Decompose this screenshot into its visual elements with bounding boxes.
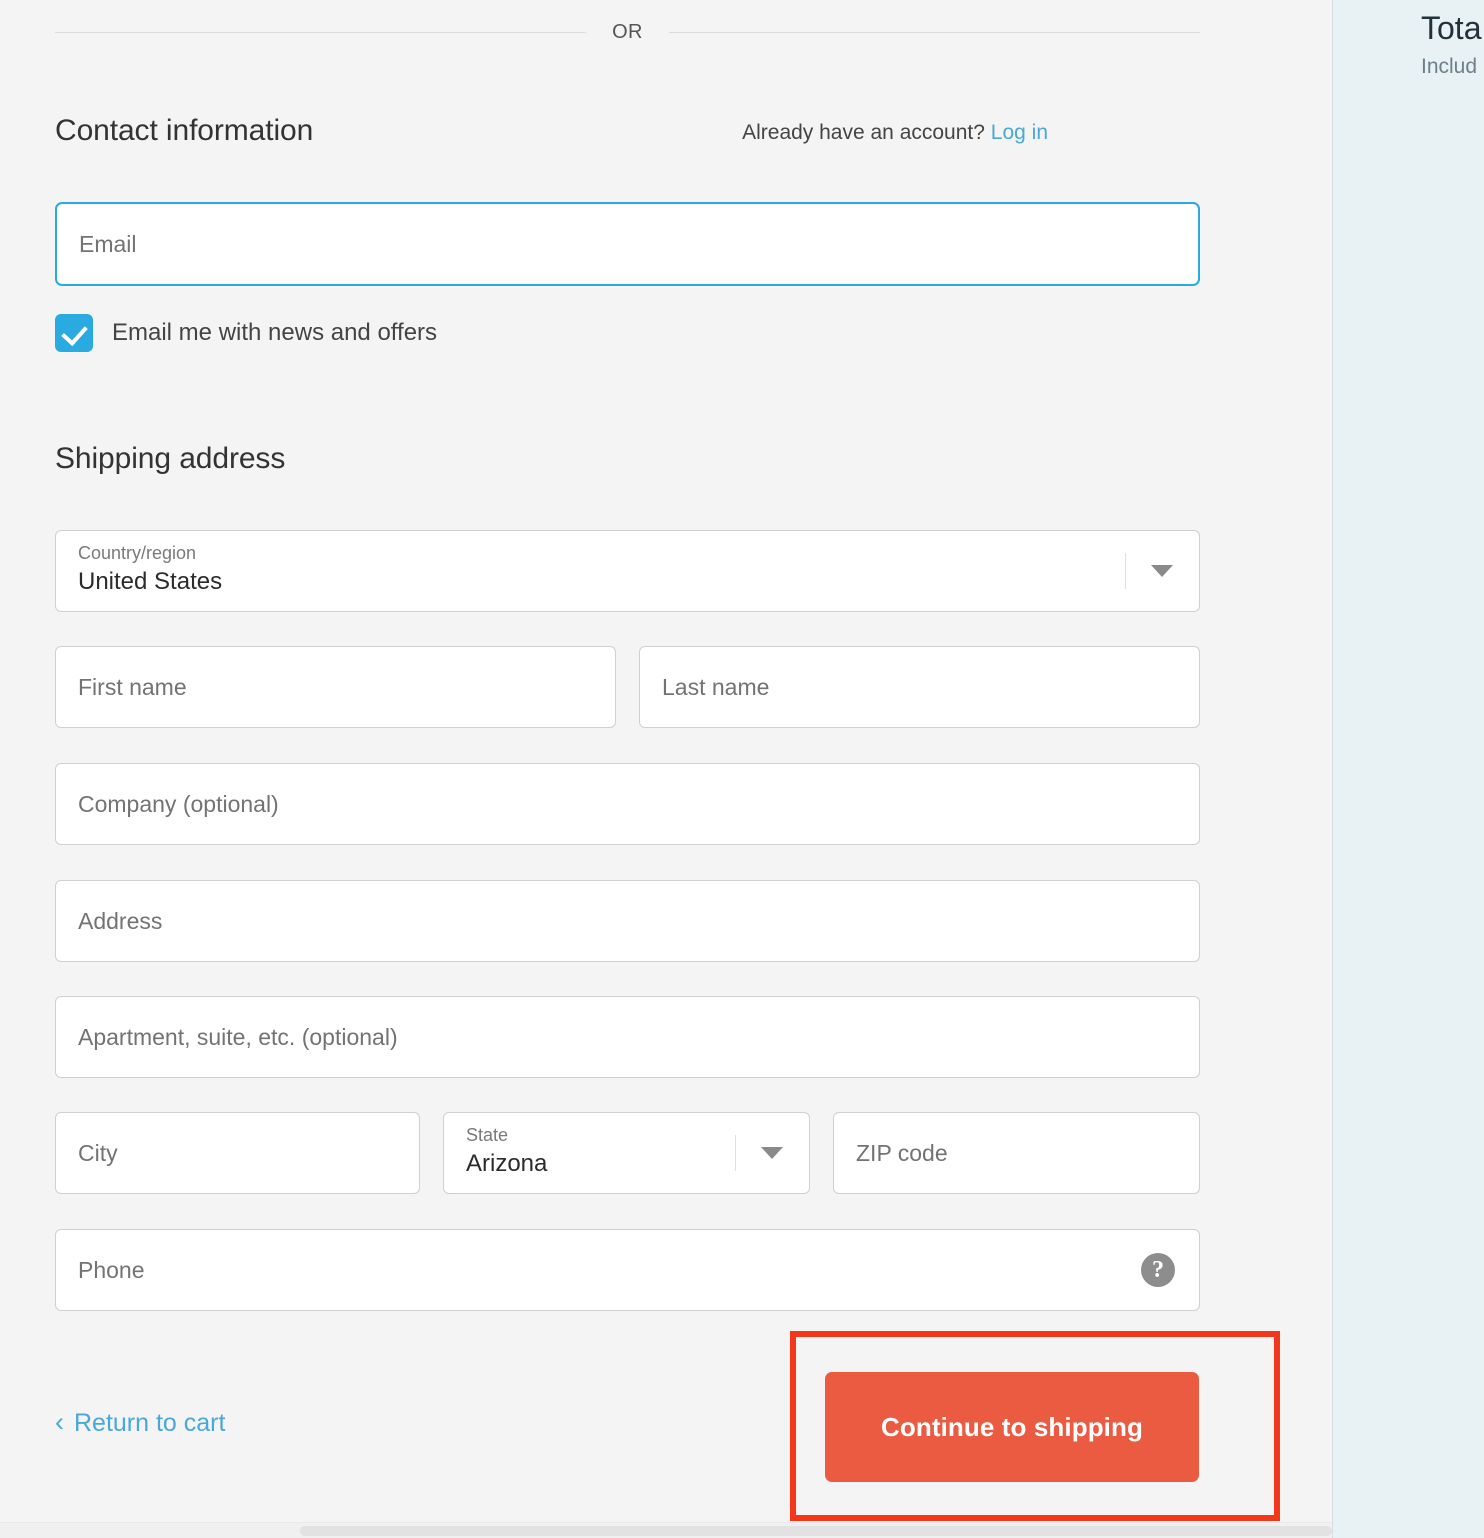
- or-divider: OR: [55, 22, 1200, 42]
- return-to-cart-link[interactable]: ‹ Return to cart: [55, 1409, 225, 1438]
- apartment-placeholder: Apartment, suite, etc. (optional): [78, 1023, 398, 1050]
- phone-placeholder: Phone: [78, 1256, 145, 1283]
- country-region-select[interactable]: Country/region United States: [55, 530, 1200, 612]
- state-select[interactable]: State Arizona: [443, 1112, 810, 1194]
- apartment-field[interactable]: Apartment, suite, etc. (optional): [55, 996, 1200, 1078]
- city-placeholder: City: [78, 1139, 118, 1166]
- order-summary-column: Tota Includ: [1332, 0, 1484, 1538]
- chevron-down-icon: [761, 1147, 783, 1159]
- account-prompt: Already have an account? Log in: [742, 121, 1048, 145]
- newsletter-label: Email me with news and offers: [112, 319, 438, 346]
- zip-code-placeholder: ZIP code: [856, 1139, 948, 1166]
- address-placeholder: Address: [78, 907, 163, 934]
- company-field[interactable]: Company (optional): [55, 763, 1200, 845]
- account-prompt-text: Already have an account?: [742, 121, 985, 144]
- company-placeholder: Company (optional): [78, 790, 279, 817]
- order-total-label: Tota: [1421, 10, 1482, 46]
- divider-rule-right: [668, 31, 1200, 33]
- horizontal-scrollbar[interactable]: [0, 1522, 1332, 1538]
- checkout-page: OR Contact information Already have an a…: [0, 0, 1484, 1538]
- address-field[interactable]: Address: [55, 880, 1200, 962]
- last-name-placeholder: Last name: [662, 673, 770, 700]
- chevron-down-icon: [1151, 565, 1173, 577]
- horizontal-scrollbar-thumb[interactable]: [300, 1526, 1332, 1536]
- help-circle-icon[interactable]: ?: [1141, 1253, 1175, 1287]
- divider-rule-left: [55, 31, 587, 33]
- country-region-label: Country/region: [78, 543, 197, 563]
- newsletter-checkbox[interactable]: [55, 314, 93, 352]
- chevron-left-icon: ‹: [55, 1407, 64, 1437]
- phone-field[interactable]: Phone ?: [55, 1229, 1200, 1311]
- return-to-cart-label: Return to cart: [74, 1409, 226, 1437]
- zip-code-field[interactable]: ZIP code: [833, 1112, 1200, 1194]
- contact-information-heading: Contact information: [55, 114, 314, 147]
- shipping-address-heading: Shipping address: [55, 442, 286, 475]
- checkout-main-column: OR Contact information Already have an a…: [0, 0, 1332, 1538]
- email-placeholder: Email: [79, 230, 137, 257]
- last-name-field[interactable]: Last name: [639, 646, 1200, 728]
- email-field[interactable]: Email: [55, 202, 1200, 286]
- order-total-subtext: Includ: [1421, 55, 1478, 78]
- state-dropdown-arrow[interactable]: [735, 1113, 809, 1193]
- first-name-placeholder: First name: [78, 673, 187, 700]
- city-field[interactable]: City: [55, 1112, 420, 1194]
- country-dropdown-arrow[interactable]: [1125, 531, 1199, 611]
- first-name-field[interactable]: First name: [55, 646, 616, 728]
- country-region-value: United States: [78, 567, 223, 595]
- log-in-link[interactable]: Log in: [991, 121, 1048, 144]
- or-label: OR: [612, 21, 643, 43]
- newsletter-checkbox-row[interactable]: Email me with news and offers: [55, 314, 437, 352]
- continue-to-shipping-button[interactable]: Continue to shipping: [825, 1372, 1199, 1482]
